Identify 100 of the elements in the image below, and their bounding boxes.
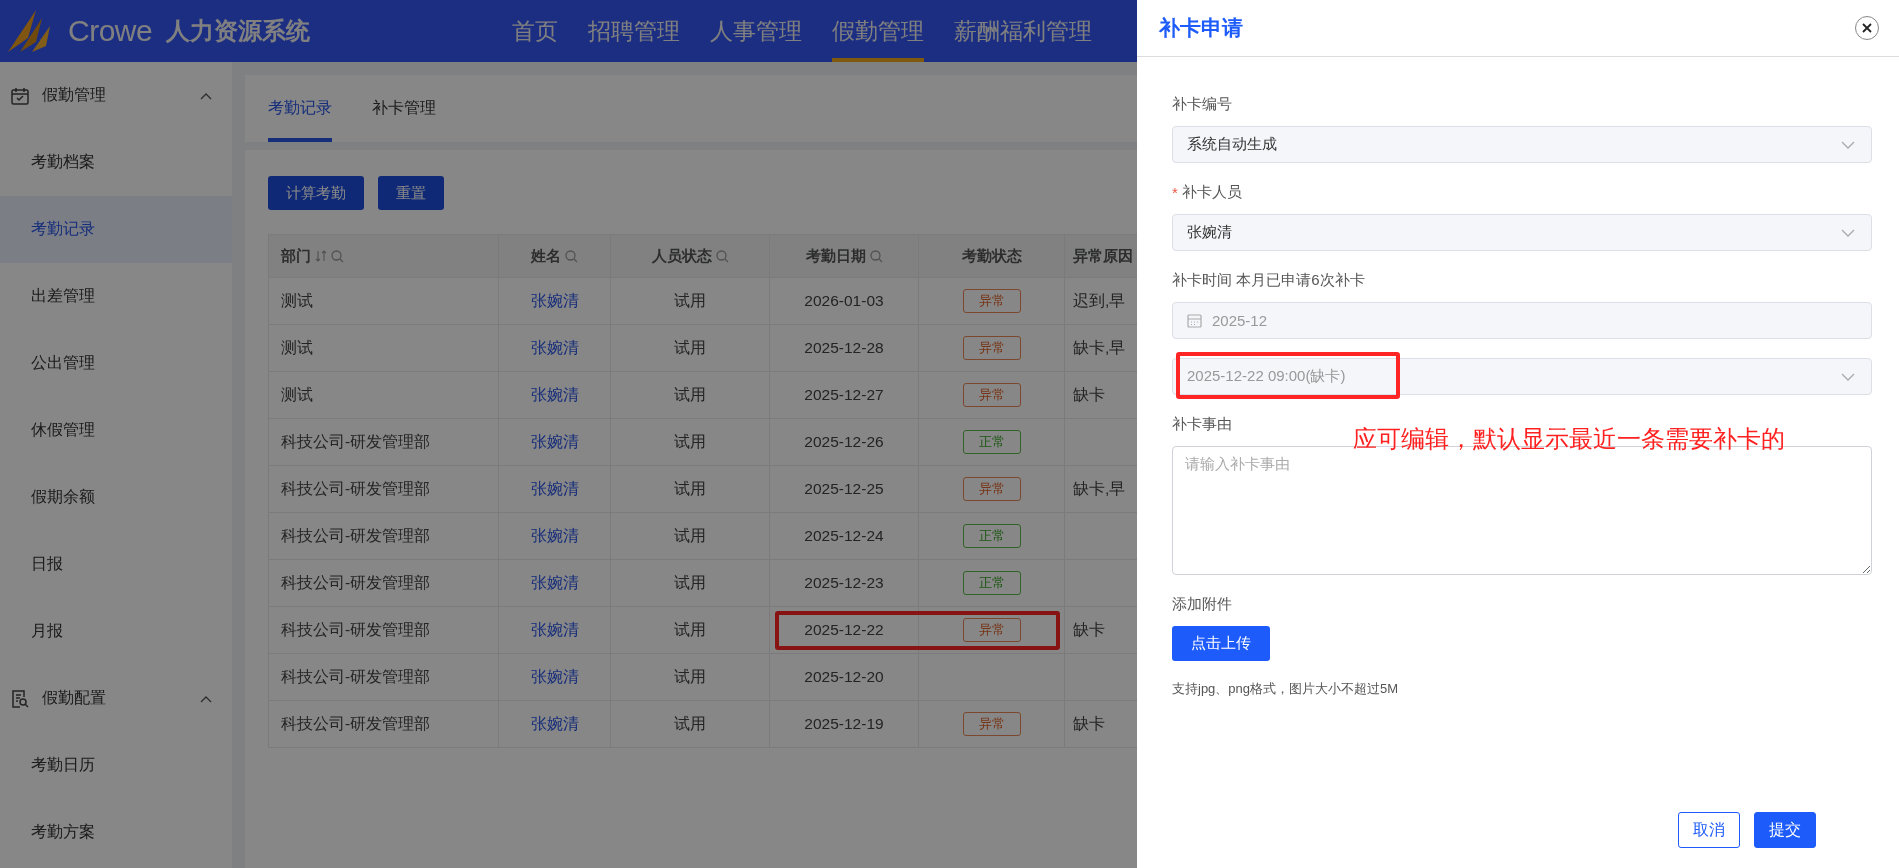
table-cell-text: 科技公司-研发管理部: [281, 713, 431, 734]
column-header: 姓名: [531, 246, 561, 266]
upload-hint: 支持jpg、png格式，图片大小不超过5M: [1172, 680, 1400, 698]
table-cell-text: 试用: [674, 290, 706, 311]
logo-text: Crowe: [68, 14, 153, 48]
field-label: 补卡时间 本月已申请6次补卡: [1172, 270, 1365, 290]
table-cell-text: 测试: [281, 290, 313, 311]
table-cell-text: 试用: [674, 713, 706, 734]
search-icon[interactable]: [869, 249, 883, 263]
column-header: 考勤状态: [961, 246, 1022, 266]
search-icon[interactable]: [565, 249, 578, 263]
action-button[interactable]: 重置: [378, 176, 444, 210]
status-tag: 正常: [962, 430, 1021, 454]
status-tag: 异常: [962, 712, 1021, 736]
table-cell-text: 试用: [674, 431, 706, 452]
table-cell: 2025-12-25: [804, 480, 884, 498]
calendar-icon: [10, 85, 30, 106]
status-tag: 异常: [962, 289, 1021, 313]
name-link[interactable]: 张婉清: [530, 290, 579, 312]
status-tag: 正常: [962, 524, 1021, 548]
nav-item[interactable]: 首页: [512, 0, 558, 62]
tab[interactable]: 考勤记录: [268, 75, 332, 142]
column-header: 人员状态: [651, 246, 712, 266]
name-link[interactable]: 张婉清: [530, 525, 579, 547]
drawer-title: 补卡申请: [1159, 15, 1243, 41]
name-link[interactable]: 张婉清: [530, 431, 579, 453]
field-label: 补卡编号: [1172, 94, 1232, 114]
document-search-icon: [10, 688, 30, 709]
table-cell-text: 试用: [674, 525, 706, 546]
upload-button[interactable]: 点击上传: [1172, 626, 1270, 661]
table-cell-text: 缺卡,早: [1073, 337, 1126, 358]
column-header: 异常原因: [1073, 246, 1133, 266]
sidebar-item[interactable]: 休假管理: [0, 397, 232, 464]
table-cell: 2025-12-20: [804, 668, 884, 686]
sidebar-item[interactable]: 考勤日历: [0, 732, 232, 799]
sidebar-group[interactable]: 假勤配置: [0, 665, 232, 732]
sidebar-item[interactable]: 公出管理: [0, 330, 232, 397]
table-cell-text: 缺卡: [1073, 384, 1105, 405]
table-cell-text: 迟到,早: [1073, 290, 1126, 311]
table-cell-text: 测试: [281, 384, 313, 405]
chevron-down-icon: [1841, 228, 1855, 237]
field-label: 补卡人员: [1181, 182, 1242, 202]
status-tag: 异常: [962, 477, 1021, 501]
column-header: 部门: [281, 246, 311, 266]
select-field[interactable]: 系统自动生成: [1172, 126, 1872, 163]
table-cell: 2026-01-03: [804, 292, 884, 310]
action-button[interactable]: 计算考勤: [268, 176, 364, 210]
name-link[interactable]: 张婉清: [530, 713, 579, 735]
table-cell: 2025-12-22: [804, 621, 884, 639]
required-mark: *: [1172, 183, 1178, 201]
sidebar-item[interactable]: 假期余额: [0, 464, 232, 531]
sidebar-item[interactable]: 月报: [0, 598, 232, 665]
sort-icon[interactable]: [315, 250, 327, 262]
name-link[interactable]: 张婉清: [530, 572, 579, 594]
table-cell-text: 科技公司-研发管理部: [281, 525, 431, 546]
table-cell-text: 科技公司-研发管理部: [281, 431, 431, 452]
name-link[interactable]: 张婉清: [530, 619, 579, 641]
sidebar-item[interactable]: 考勤方案: [0, 799, 232, 866]
status-tag: 异常: [962, 336, 1021, 360]
table-cell: 2025-12-23: [804, 574, 884, 592]
sidebar-item[interactable]: 出差管理: [0, 263, 232, 330]
submit-button[interactable]: 提交: [1754, 812, 1816, 848]
table-cell-text: 试用: [674, 384, 706, 405]
name-link[interactable]: 张婉清: [530, 337, 579, 359]
table-cell: 2025-12-26: [804, 433, 884, 451]
table-cell: 2025-12-24: [804, 527, 884, 545]
table-cell-text: 试用: [674, 478, 706, 499]
table-cell-text: 缺卡: [1073, 619, 1105, 640]
table-cell: 2025-12-28: [804, 339, 884, 357]
sidebar-group[interactable]: 假勤管理: [0, 62, 232, 129]
table-cell-text: 缺卡: [1073, 713, 1105, 734]
search-icon[interactable]: [331, 249, 344, 263]
table-cell: 2025-12-19: [804, 715, 884, 733]
calendar-icon: [1187, 313, 1202, 328]
table-cell-text: 科技公司-研发管理部: [281, 572, 431, 593]
table-cell: 2025-12-27: [804, 386, 884, 404]
status-tag: 异常: [962, 618, 1021, 642]
cancel-button[interactable]: 取消: [1678, 812, 1740, 848]
table-cell-text: 试用: [674, 572, 706, 593]
search-icon[interactable]: [715, 249, 729, 263]
nav-item[interactable]: 人事管理: [710, 0, 802, 62]
close-icon: [1862, 23, 1872, 33]
column-header: 考勤日期: [805, 246, 866, 266]
name-link[interactable]: 张婉清: [530, 666, 579, 688]
chevron-down-icon: [1841, 140, 1855, 149]
name-link[interactable]: 张婉清: [530, 478, 579, 500]
sidebar-item[interactable]: 考勤档案: [0, 129, 232, 196]
table-cell-text: 试用: [674, 337, 706, 358]
nav-item[interactable]: 薪酬福利管理: [954, 0, 1092, 62]
table-cell-text: 试用: [674, 619, 706, 640]
sidebar-item[interactable]: 考勤记录: [0, 196, 232, 263]
close-button[interactable]: [1855, 16, 1879, 40]
status-tag: 正常: [962, 571, 1021, 595]
tab[interactable]: 补卡管理: [372, 75, 436, 142]
nav-item[interactable]: 招聘管理: [588, 0, 680, 62]
name-link[interactable]: 张婉清: [530, 384, 579, 406]
chevron-down-icon: [1841, 372, 1855, 381]
select-field[interactable]: 张婉清: [1172, 214, 1872, 251]
sidebar-item[interactable]: 日报: [0, 531, 232, 598]
field-label: 补卡事由: [1172, 414, 1232, 434]
